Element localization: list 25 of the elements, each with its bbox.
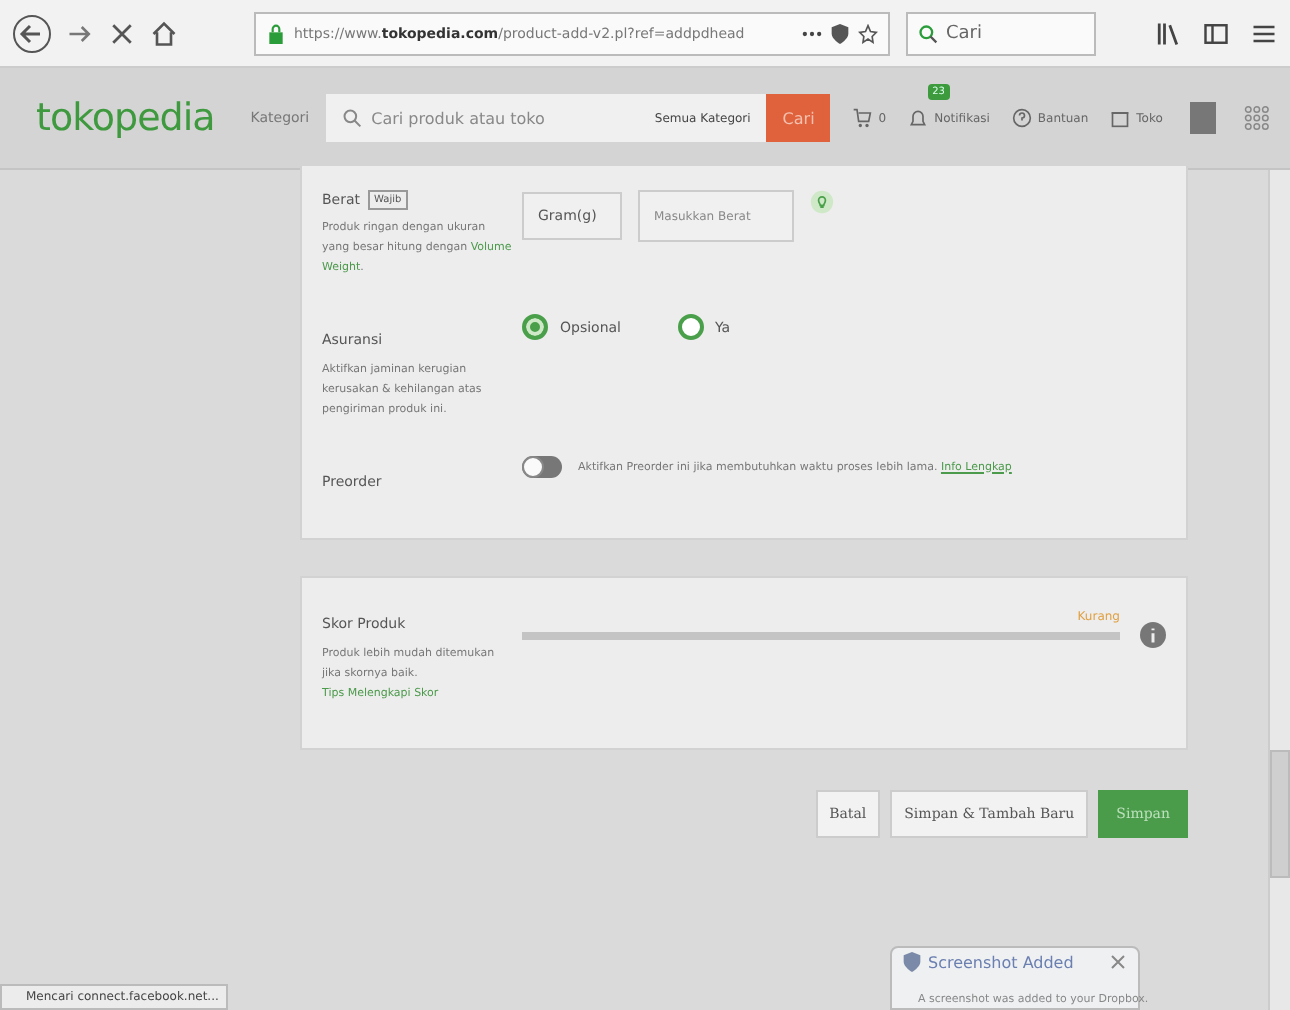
radio-button[interactable] (677, 314, 703, 340)
cart-icon[interactable] (852, 108, 873, 128)
lock-icon (266, 23, 286, 43)
info-icon[interactable] (1140, 622, 1166, 648)
close-icon[interactable] (1108, 952, 1128, 972)
shield-icon (902, 952, 922, 972)
sidebar-icon[interactable] (1202, 19, 1230, 47)
popup-title: Screenshot Added (928, 953, 1074, 971)
radio-button[interactable] (522, 314, 548, 340)
avatar[interactable] (1190, 102, 1217, 134)
close-icon[interactable] (108, 19, 136, 47)
scrollbar-thumb[interactable] (1270, 750, 1290, 878)
home-icon[interactable] (150, 19, 178, 47)
search-icon (341, 108, 362, 128)
star-icon[interactable] (858, 23, 878, 43)
bell-icon[interactable] (908, 108, 929, 128)
help-icon[interactable] (1011, 108, 1032, 128)
search-icon (918, 23, 938, 43)
shield-icon[interactable] (830, 23, 850, 43)
apps-grid-icon[interactable] (1244, 104, 1270, 132)
search-field[interactable]: Cari (906, 11, 1096, 55)
lightbulb-icon[interactable] (810, 190, 834, 214)
library-icon[interactable] (1154, 19, 1182, 47)
preorder-toggle[interactable] (522, 456, 562, 478)
back-icon[interactable] (12, 13, 52, 53)
